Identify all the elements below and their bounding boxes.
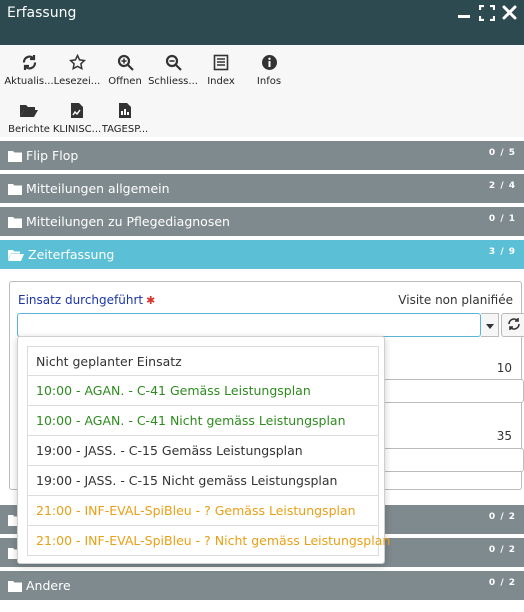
dropdown-option[interactable]: Nicht geplanter Einsatz [27,346,379,376]
clinical-button[interactable]: KLINISC... [53,99,101,135]
close-icon[interactable] [501,4,518,21]
zoom-out-icon [165,51,182,73]
index-button[interactable]: Index [197,51,245,87]
dropdown-option[interactable]: 21:00 - INF-EVAL-SpiBleu - ? Nicht gemäs… [27,526,390,556]
value-label-1: 10 [496,361,512,375]
maximize-icon[interactable] [478,4,495,21]
refresh-icon [21,51,38,73]
file-chart-icon [118,99,132,121]
dropdown-option[interactable]: 21:00 - INF-EVAL-SpiBleu - ? Gemäss Leis… [27,496,379,526]
panel-label: Flip Flop [26,148,79,163]
panel-count: 0 / 5 [488,148,516,158]
time-input-1[interactable] [370,379,524,403]
dropdown-options: Nicht geplanter Einsatz 10:00 - AGAN. - … [27,346,390,556]
dropdown-option[interactable]: 19:00 - JASS. - C-15 Gemäss Leistungspla… [27,436,379,466]
daily-plan-label: TAGESP... [101,124,149,135]
panel-zeiterfassung[interactable]: Zeiterfassung 3 / 9 [0,240,524,270]
panel-label: Mitteilungen allgemein [26,181,170,196]
open-label: Öffnen [108,76,142,87]
open-button[interactable]: Öffnen [101,51,149,87]
dropdown-option[interactable]: 10:00 - AGAN. - C-41 Nicht gemäss Leistu… [27,406,379,436]
info-icon [261,51,278,73]
panel-count: 0 / 2 [488,578,516,588]
einsatz-label: Einsatz durchgeführt ✱ [18,293,155,307]
combo-dropdown-button[interactable] [481,313,499,337]
file-chart-icon [70,99,84,121]
combo-refresh-button[interactable] [501,313,524,337]
panel-flip-flop[interactable]: Flip Flop 0 / 5 [0,141,524,171]
panel-mitteilungen-pflegediagnosen[interactable]: Mitteilungen zu Pflegediagnosen 0 / 1 [0,207,524,237]
panel-count: 0 / 2 [488,545,516,555]
panel-count: 0 / 2 [488,512,516,522]
einsatz-label-text: Einsatz durchgeführt [18,293,144,307]
required-icon: ✱ [146,294,156,307]
toolbar: Aktualis... Lesezei... Öffnen Schliess..… [0,45,524,137]
panel-label: Andere [26,578,71,593]
folder-open-icon [8,249,24,261]
panel-label: Zeiterfassung [28,247,115,262]
info-button[interactable]: Infos [245,51,293,87]
folder-open-icon [19,99,39,121]
folder-icon [8,183,22,195]
caret-down-icon [485,318,494,332]
list-icon [213,51,229,73]
info-label: Infos [256,76,282,87]
einsatz-dropdown: Nicht geplanter Einsatz 10:00 - AGAN. - … [17,336,390,564]
dropdown-option[interactable]: 19:00 - JASS. - C-15 Nicht gemäss Leistu… [27,466,379,496]
panel-count: 0 / 1 [488,214,516,224]
index-label: Index [207,76,235,87]
folder-icon [8,216,22,228]
folder-icon [8,150,22,162]
einsatz-combo-input[interactable] [17,313,481,337]
clinical-label: KLINISC... [52,124,102,135]
time-input-2[interactable] [370,448,524,472]
refresh-label: Aktualis... [4,76,54,87]
folder-icon [8,580,22,592]
daily-plan-button[interactable]: TAGESP... [101,99,149,135]
reports-button[interactable]: Berichte [5,99,53,135]
star-icon [68,51,86,73]
reports-label: Berichte [8,124,50,135]
refresh-icon [507,317,521,334]
zoom-in-icon [117,51,134,73]
bookmark-button[interactable]: Lesezei... [53,51,101,87]
dropdown-option[interactable]: 10:00 - AGAN. - C-41 Gemäss Leistungspla… [27,376,379,406]
refresh-button[interactable]: Aktualis... [4,51,54,87]
minimize-icon[interactable] [455,4,472,21]
close-all-button[interactable]: Schliess... [148,51,198,87]
panel-label: Mitteilungen zu Pflegediagnosen [26,214,230,229]
panel-count: 2 / 4 [488,181,516,191]
panel-mitteilungen-allgemein[interactable]: Mitteilungen allgemein 2 / 4 [0,174,524,204]
bookmark-label: Lesezei... [53,76,101,87]
visit-type-label: Visite non planifiée [398,293,513,307]
window-titlebar: Erfassung [0,0,524,45]
value-label-2: 35 [496,429,512,443]
window-title: Erfassung [7,5,77,21]
panel-count: 3 / 9 [488,247,516,257]
panel-andere[interactable]: Andere 0 / 2 [0,571,524,601]
close-all-label: Schliess... [148,76,198,87]
